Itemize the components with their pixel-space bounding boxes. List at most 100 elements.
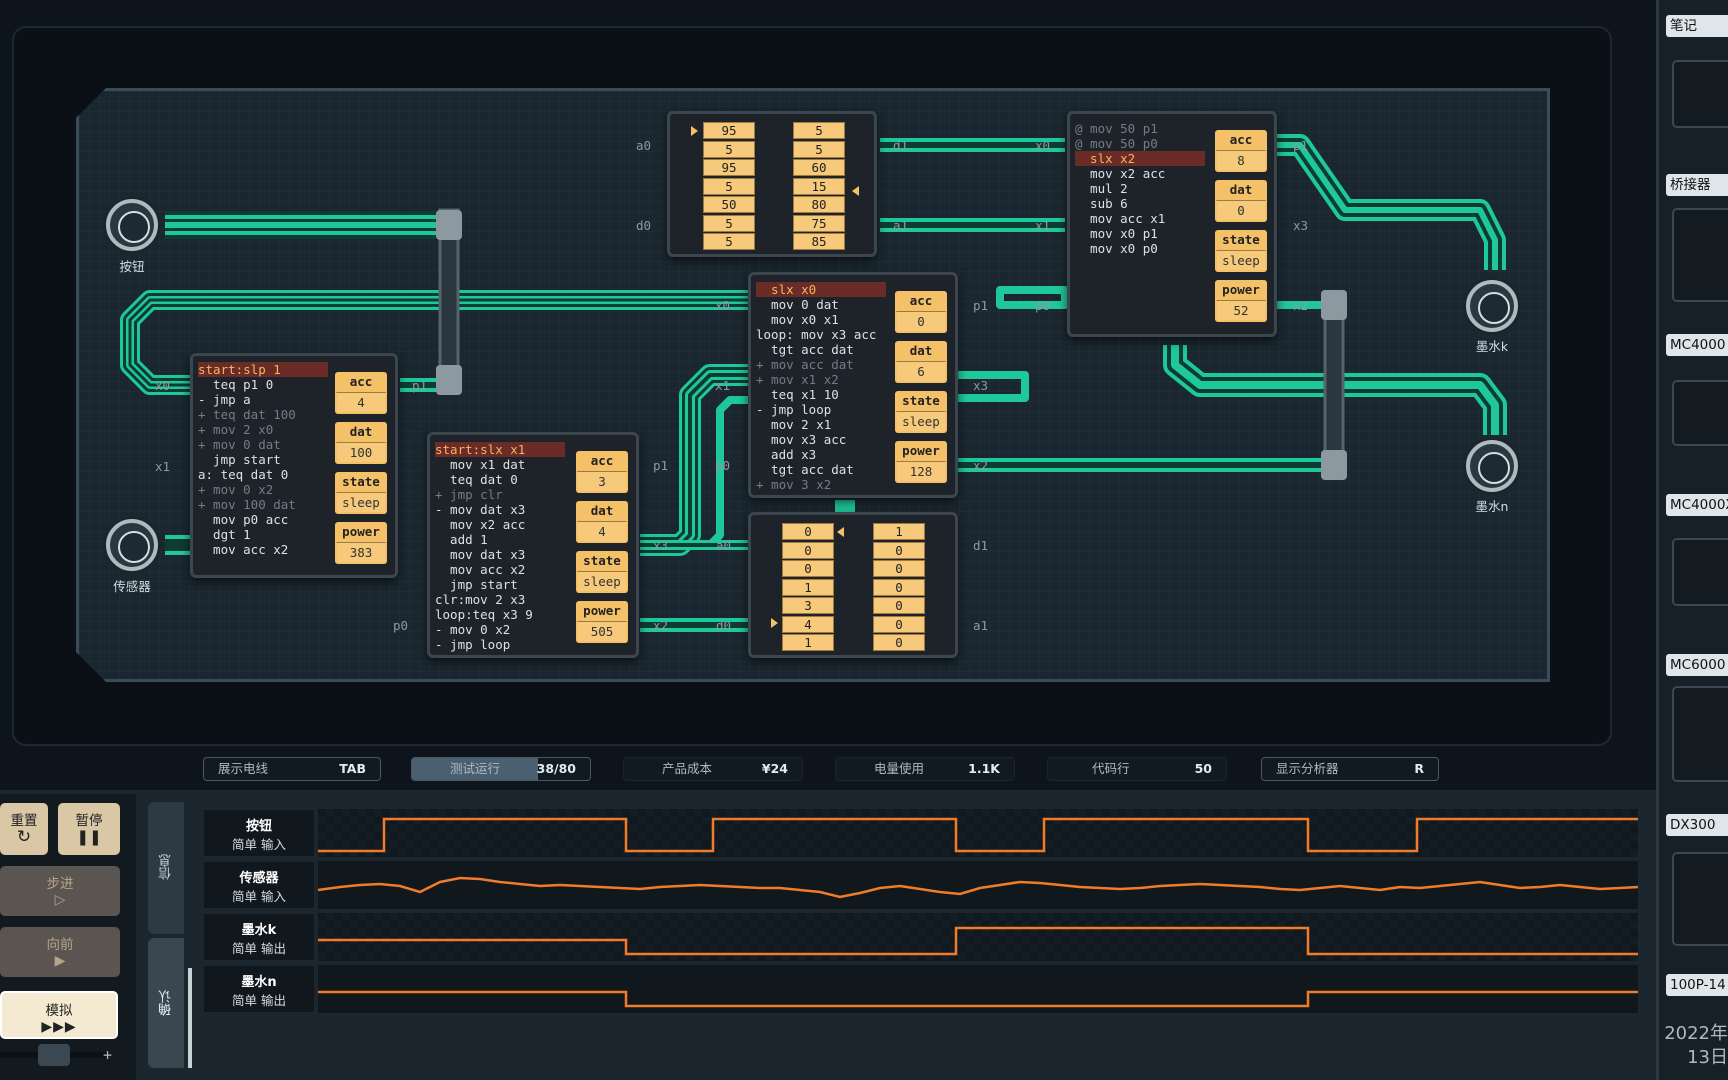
sidebar-item-mc6000[interactable]: MC6000 (1666, 654, 1728, 676)
code-line[interactable]: slx x0 (756, 282, 886, 297)
code-line[interactable]: mov acc x2 (435, 562, 565, 577)
code-line[interactable]: loop:teq x3 9 (435, 607, 565, 622)
code-line[interactable]: mov x1 dat (435, 457, 565, 472)
sidebar-item-notes[interactable]: 笔记 (1666, 15, 1728, 37)
code-line[interactable]: tgt acc dat (756, 342, 886, 357)
memory-cell[interactable]: 5 (703, 214, 755, 232)
code-line[interactable]: mov x2 acc (435, 517, 565, 532)
code-line[interactable]: mov x2 acc (1075, 166, 1205, 181)
code-line[interactable]: sub 6 (1075, 196, 1205, 211)
mc4000-part[interactable] (1672, 380, 1728, 446)
verify-scrollbar[interactable] (188, 968, 192, 1068)
code-line[interactable]: - jmp a (198, 392, 328, 407)
chip-d-mc6000[interactable]: @ mov 50 p1 @ mov 50 p0 slx x2 mov x2 acc… (1067, 111, 1277, 337)
code-line[interactable]: mov x0 p1 (1075, 226, 1205, 241)
code-line[interactable]: mov p0 acc (198, 512, 328, 527)
rom-top-dx300[interactable]: 95 5 95 5 50 5 5 5 5 60 15 80 75 85 (667, 111, 877, 257)
chip-b-mc6000[interactable]: start:slx x1 mov x1 dat teq dat 0 + jmp c… (427, 432, 639, 658)
code-line[interactable]: mul 2 (1075, 181, 1205, 196)
dx300-part[interactable] (1672, 852, 1728, 946)
code-line[interactable]: slx x2 (1075, 151, 1205, 166)
memory-cell[interactable]: 0 (873, 560, 925, 577)
tab-verify[interactable]: 确认 (148, 938, 184, 1068)
sidebar-item-100p14[interactable]: 100P-14 (1666, 974, 1728, 996)
code-line[interactable]: - mov 0 x2 (435, 622, 565, 637)
memory-cell[interactable]: 95 (703, 159, 755, 176)
code-line[interactable]: mov 0 dat (756, 297, 886, 312)
memory-cell[interactable]: 0 (782, 541, 834, 559)
step-button[interactable]: 步进 ▷ (0, 866, 120, 916)
chip-a-code[interactable]: start:slp 1 teq p1 0- jmp a + teq dat 100… (198, 362, 328, 557)
mc6000-part[interactable] (1672, 686, 1728, 782)
memory-cell[interactable]: 0 (782, 560, 834, 577)
code-line[interactable]: teq dat 0 (435, 472, 565, 487)
code-line[interactable]: + jmp clr (435, 487, 565, 502)
bridge-part[interactable] (1672, 208, 1728, 302)
speed-slider-handle[interactable] (38, 1044, 70, 1066)
memory-cell[interactable]: 5 (793, 140, 845, 158)
code-line[interactable]: dgt 1 (198, 527, 328, 542)
code-line[interactable]: + mov acc dat (756, 357, 886, 372)
notes-panel[interactable] (1672, 60, 1728, 128)
code-line[interactable]: @ mov 50 p1 (1075, 121, 1205, 136)
code-line[interactable]: - mov dat x3 (435, 502, 565, 517)
chip-c-code[interactable]: slx x0 mov 0 dat mov x0 x1 loop: mov x3 a… (756, 282, 886, 492)
chip-d-code[interactable]: @ mov 50 p1 @ mov 50 p0 slx x2 mov x2 acc… (1075, 121, 1205, 256)
memory-cell[interactable]: 5 (793, 122, 845, 139)
code-line[interactable]: + mov 3 x2 (756, 477, 886, 492)
code-line[interactable]: mov acc x2 (198, 542, 328, 557)
code-line[interactable]: mov acc x1 (1075, 211, 1205, 226)
code-line[interactable]: tgt acc dat (756, 462, 886, 477)
sidebar-item-mc4000[interactable]: MC4000 (1666, 334, 1728, 356)
code-line[interactable]: add 1 (435, 532, 565, 547)
simulate-button[interactable]: 模拟 ▶▶▶ (0, 991, 118, 1039)
code-line[interactable]: jmp start (435, 577, 565, 592)
mc4000x-part[interactable] (1672, 538, 1728, 606)
rom-bottom-dx300[interactable]: 00013411000000 (748, 512, 958, 658)
show-analyzer-toggle[interactable]: 显示分析器 R (1261, 757, 1439, 781)
code-line[interactable]: teq x1 10 (756, 387, 886, 402)
memory-cell[interactable]: 3 (782, 597, 834, 614)
code-line[interactable]: + mov 2 x0 (198, 422, 328, 437)
memory-cell[interactable]: 1 (873, 523, 925, 540)
memory-cell[interactable]: 1 (782, 578, 834, 596)
code-line[interactable]: + teq dat 100 (198, 407, 328, 422)
code-line[interactable]: + mov 100 dat (198, 497, 328, 512)
code-line[interactable]: add x3 (756, 447, 886, 462)
memory-cell[interactable]: 15 (793, 177, 845, 195)
memory-cell[interactable]: 60 (793, 159, 845, 176)
sidebar-item-bridge[interactable]: 桥接器 (1666, 174, 1728, 196)
code-line[interactable]: - jmp loop (756, 402, 886, 417)
memory-cell[interactable]: 0 (873, 541, 925, 559)
code-line[interactable]: + mov 0 dat (198, 437, 328, 452)
code-line[interactable]: a: teq dat 0 (198, 467, 328, 482)
memory-cell[interactable]: 5 (703, 233, 755, 250)
memory-cell[interactable]: 0 (782, 523, 834, 540)
memory-cell[interactable]: 85 (793, 233, 845, 250)
ink-n-port-icon[interactable] (1466, 440, 1518, 492)
sensor-port-icon[interactable] (106, 519, 158, 571)
show-wires-toggle[interactable]: 展示电线 TAB (203, 757, 381, 781)
memory-cell[interactable]: 80 (793, 196, 845, 213)
sidebar-item-dx300[interactable]: DX300 (1666, 814, 1728, 836)
memory-cell[interactable]: 50 (703, 196, 755, 213)
memory-cell[interactable]: 0 (873, 597, 925, 614)
button-port-icon[interactable] (106, 199, 158, 251)
code-line[interactable]: @ mov 50 p0 (1075, 136, 1205, 151)
code-line[interactable]: mov x3 acc (756, 432, 886, 447)
code-line[interactable]: mov dat x3 (435, 547, 565, 562)
code-line[interactable]: clr:mov 2 x3 (435, 592, 565, 607)
ink-k-port-icon[interactable] (1466, 280, 1518, 332)
code-line[interactable]: - jmp loop (435, 637, 565, 652)
code-line[interactable]: teq p1 0 (198, 377, 328, 392)
memory-cell[interactable]: 0 (873, 634, 925, 651)
code-line[interactable]: mov 2 x1 (756, 417, 886, 432)
memory-cell[interactable]: 4 (782, 615, 834, 633)
memory-cell[interactable]: 1 (782, 634, 834, 651)
code-line[interactable]: start:slx x1 (435, 442, 565, 457)
code-line[interactable]: jmp start (198, 452, 328, 467)
chip-c-mc6000[interactable]: slx x0 mov 0 dat mov x0 x1 loop: mov x3 a… (748, 272, 958, 498)
code-line[interactable]: mov x0 x1 (756, 312, 886, 327)
tab-info[interactable]: 信息 (148, 802, 184, 934)
speed-plus-icon[interactable]: + (103, 1046, 112, 1064)
